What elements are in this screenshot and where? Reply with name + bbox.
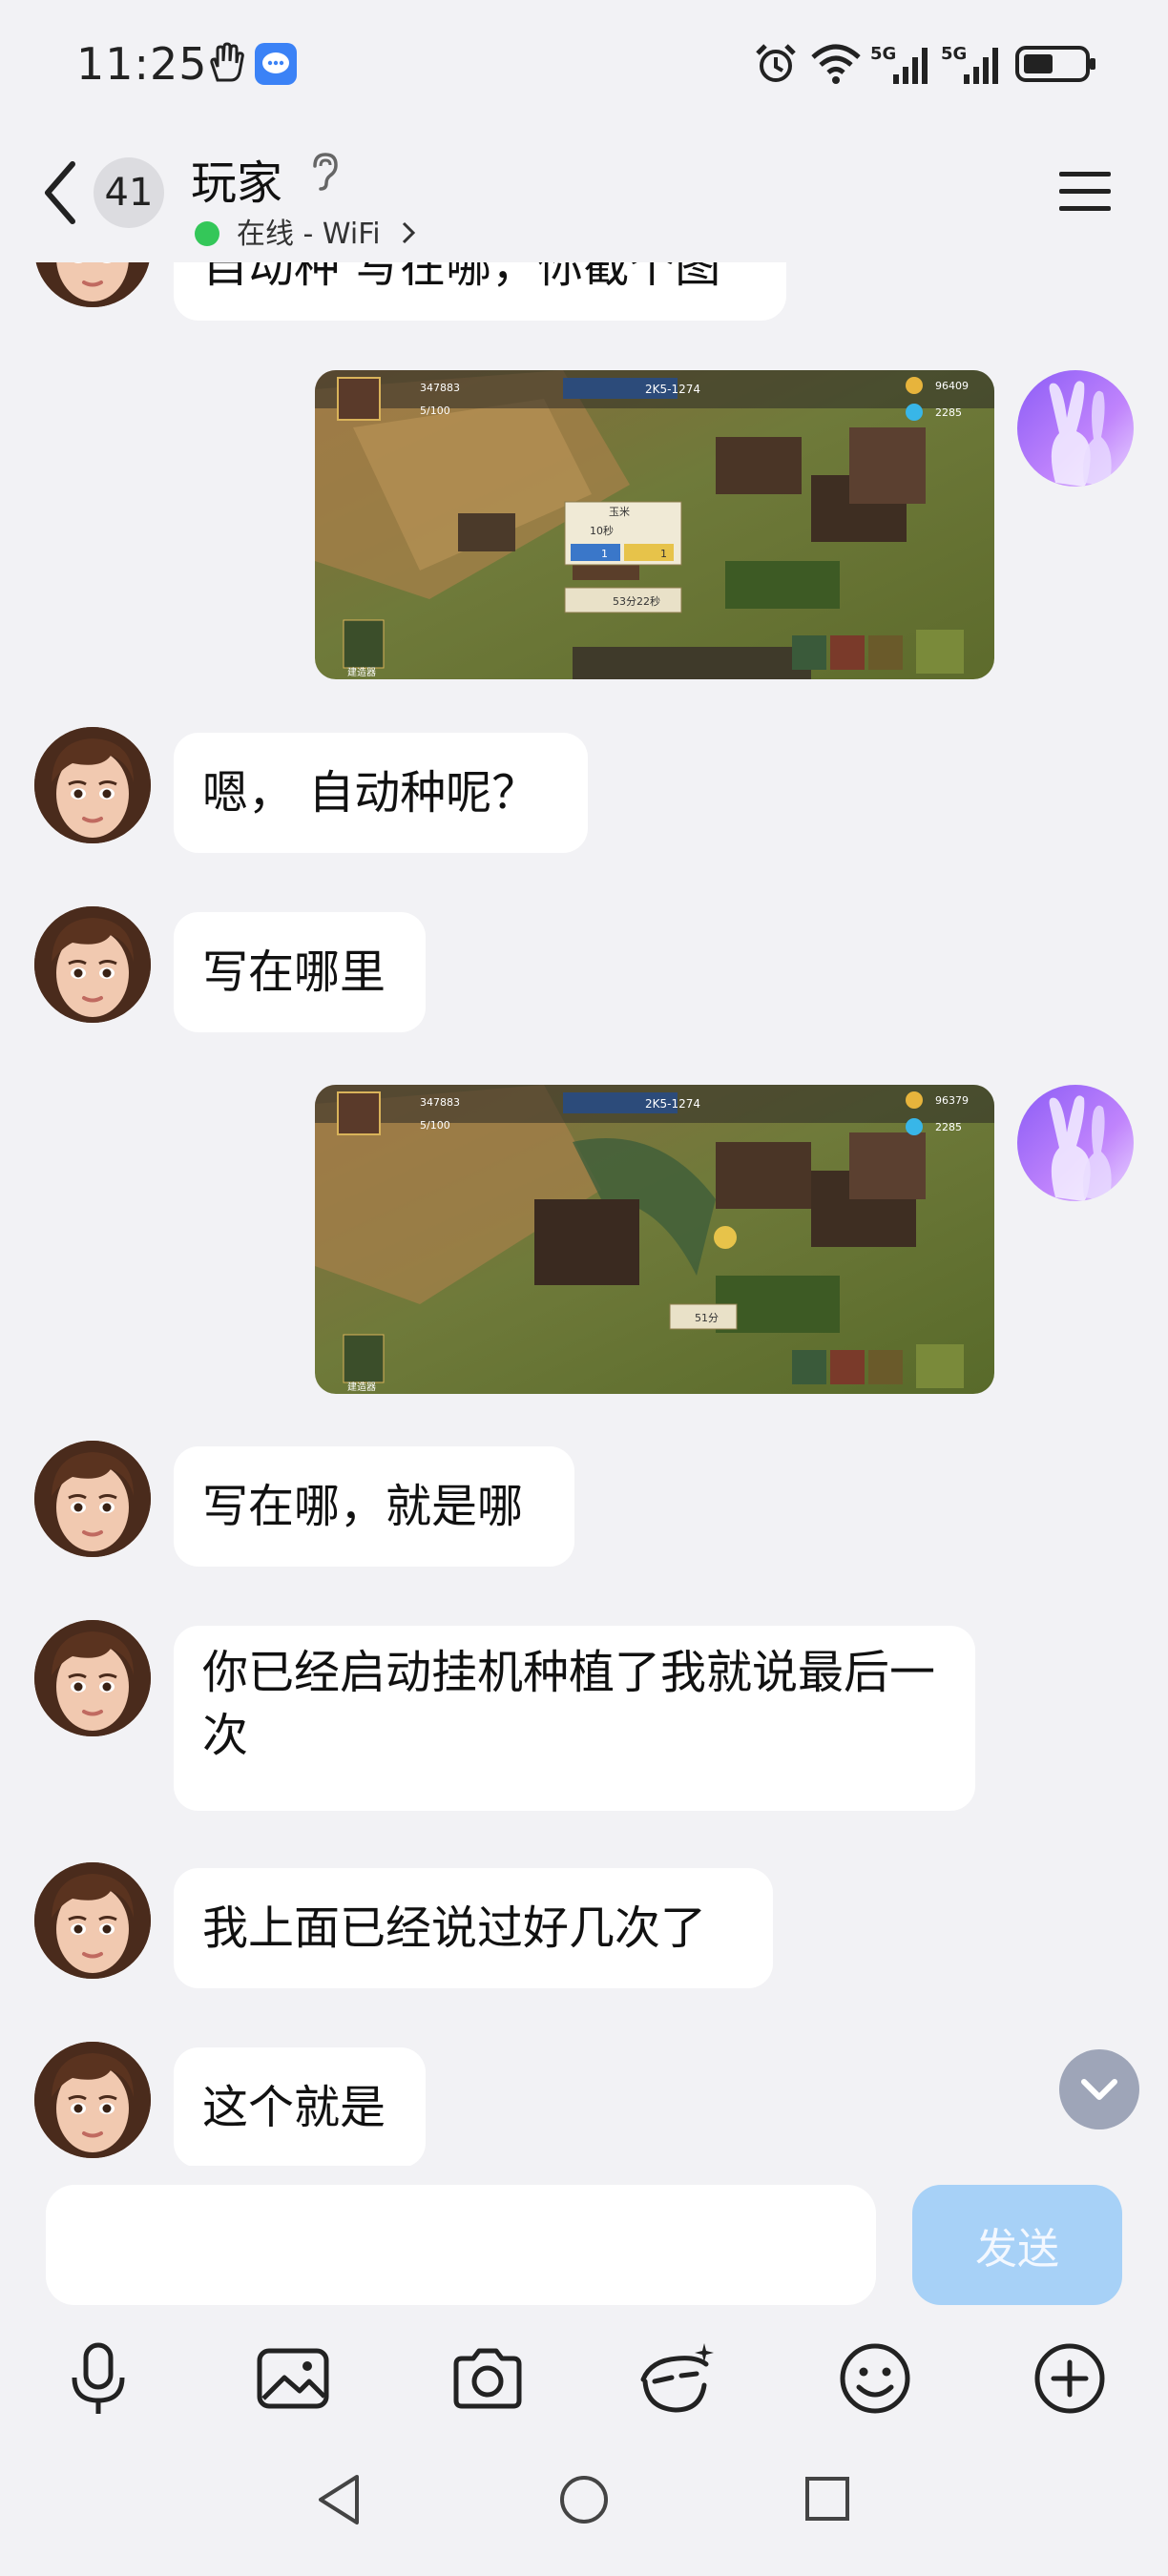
s1-timer: 53分22秒 bbox=[613, 594, 660, 608]
s1-cost-b: 1 bbox=[660, 548, 667, 560]
back-triangle-icon[interactable] bbox=[315, 2471, 363, 2528]
message-bubble[interactable]: 这个就是 bbox=[174, 2047, 426, 2168]
message-bubble[interactable]: 嗯， 自动种呢？ bbox=[174, 733, 588, 853]
s2-gold: 96379 bbox=[935, 1094, 969, 1107]
hongbao-mask-icon[interactable] bbox=[634, 2336, 720, 2421]
my-avatar[interactable] bbox=[1017, 1085, 1134, 1201]
status-time: 11:25 bbox=[76, 38, 208, 90]
message-bubble[interactable]: 写在哪里 bbox=[174, 912, 426, 1032]
s1-gold: 96409 bbox=[935, 380, 969, 392]
alarm-icon bbox=[756, 44, 796, 82]
message-bubble[interactable]: 写在哪，就是哪 bbox=[174, 1446, 574, 1567]
contact-avatar[interactable] bbox=[34, 1862, 151, 1979]
message-app-icon bbox=[255, 43, 297, 85]
svg-text:5G: 5G bbox=[870, 44, 896, 64]
online-dot-icon bbox=[195, 221, 219, 246]
wifi-icon bbox=[811, 44, 861, 84]
back-icon[interactable] bbox=[34, 155, 92, 231]
unread-count-badge[interactable]: 41 bbox=[94, 157, 164, 228]
contact-avatar[interactable] bbox=[34, 1441, 151, 1557]
chevron-right-icon bbox=[403, 221, 416, 244]
scroll-to-bottom-button[interactable] bbox=[1059, 2049, 1139, 2129]
game-screenshot-2[interactable]: 347883 5/100 2K5-1274 96379 2285 51分 建造器 bbox=[315, 1085, 994, 1394]
game-screenshot-1[interactable]: 347883 5/100 2K5-1274 96409 2285 玉米 10秒 … bbox=[315, 370, 994, 679]
menu-icon[interactable] bbox=[1057, 168, 1115, 216]
s2-resource-2: 5/100 bbox=[420, 1119, 450, 1132]
s1-tooltip-time: 10秒 bbox=[590, 524, 614, 537]
s2-builder-label: 建造器 bbox=[347, 1381, 376, 1393]
online-status-text: 在线 - WiFi bbox=[237, 218, 381, 251]
s1-resource-2: 5/100 bbox=[420, 405, 450, 417]
microphone-icon[interactable] bbox=[55, 2336, 141, 2421]
emoji-icon[interactable] bbox=[832, 2336, 918, 2421]
image-icon[interactable] bbox=[250, 2336, 336, 2421]
contact-avatar[interactable] bbox=[34, 2042, 151, 2158]
rabbit-avatar-icon bbox=[1049, 381, 1112, 487]
chat-title[interactable]: 玩家 bbox=[191, 145, 282, 212]
status-bar: 11:25 5G 5G bbox=[0, 0, 1168, 134]
s1-gems: 2285 bbox=[935, 406, 962, 419]
message-bubble[interactable]: 我上面已经说过好几次了 bbox=[174, 1868, 773, 1988]
s1-tooltip-title: 玉米 bbox=[609, 506, 630, 518]
chevron-down-icon bbox=[1081, 2079, 1117, 2100]
battery-icon bbox=[1015, 46, 1095, 82]
hand-notification-icon bbox=[210, 42, 244, 82]
my-avatar[interactable] bbox=[1017, 370, 1134, 487]
send-button[interactable]: 发送 bbox=[912, 2185, 1122, 2305]
camera-icon[interactable] bbox=[445, 2336, 531, 2421]
s2-resource-1: 347883 bbox=[420, 1096, 460, 1109]
rabbit-avatar-icon bbox=[1049, 1095, 1112, 1201]
online-status[interactable]: 在线 - WiFi bbox=[195, 210, 416, 252]
contact-avatar[interactable] bbox=[34, 906, 151, 1023]
contact-avatar[interactable] bbox=[34, 1620, 151, 1736]
recents-square-icon[interactable] bbox=[803, 2471, 851, 2528]
s1-resource-1: 347883 bbox=[420, 382, 460, 394]
s2-level-tag: 2K5-1274 bbox=[645, 1097, 700, 1111]
s2-gems: 2285 bbox=[935, 1121, 962, 1133]
message-input[interactable] bbox=[46, 2185, 876, 2305]
signal-5g-icon-2: 5G bbox=[941, 44, 998, 84]
s1-cost-a: 1 bbox=[601, 548, 608, 560]
chat-header: 41 玩家 在线 - WiFi bbox=[0, 134, 1168, 262]
ear-icon bbox=[313, 153, 338, 191]
s1-builder-label: 建造器 bbox=[347, 666, 376, 678]
plus-icon[interactable] bbox=[1027, 2336, 1113, 2421]
message-bubble[interactable]: 你已经启动挂机种植了我就说最后一次 bbox=[174, 1626, 975, 1811]
s1-level-tag: 2K5-1274 bbox=[645, 383, 700, 396]
signal-5g-icon-1: 5G bbox=[870, 44, 928, 84]
home-circle-icon[interactable] bbox=[557, 2471, 611, 2528]
contact-avatar[interactable] bbox=[34, 727, 151, 843]
svg-text:5G: 5G bbox=[941, 44, 967, 64]
s2-timer: 51分 bbox=[695, 1312, 719, 1324]
